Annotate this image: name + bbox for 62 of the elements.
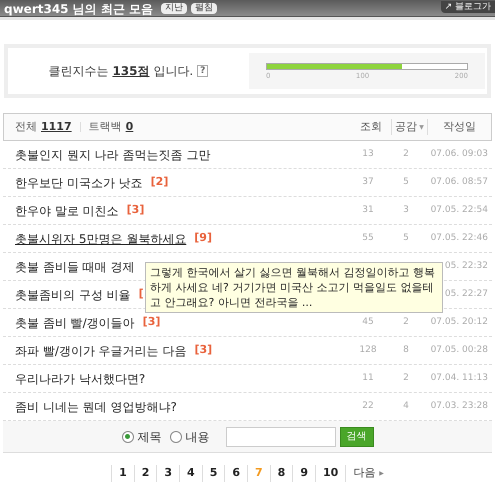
page-link[interactable]: 3 [156,465,180,482]
total-count[interactable]: 1117 [41,118,72,136]
help-icon[interactable]: ? [197,65,208,77]
post-title-link[interactable]: 좀비 니네는 뭔데 영업방해냐? [15,398,177,416]
radio-label[interactable]: 내용 [186,428,210,446]
search-input[interactable] [226,426,336,446]
page-link[interactable]: 10 [314,465,346,482]
radio-button[interactable] [170,430,182,442]
post-date: 07.06. 09:03 [430,148,489,161]
post-date: 07.03. 23:28 [430,400,489,413]
header-title: qwert345 님의 최근 모음 [4,2,154,16]
like-count: 2 [402,148,410,161]
trackback-label: 트랙백 [88,118,122,135]
page-link[interactable]: 5 [202,465,224,482]
post-date: 05. 22:27 [444,288,489,301]
page-link[interactable]: 9 [292,465,315,482]
post-title-link[interactable]: 우리나라가 낙서했다면? [15,370,146,388]
like-count: 3 [402,204,410,217]
post-title-link[interactable]: 촛불좀비의 구성 비율 [15,286,131,304]
page-link[interactable]: 2 [134,465,156,482]
post-date: 07.05. 22:54 [430,204,489,217]
view-count: 45 [361,316,375,329]
radio-label[interactable]: 제목 [138,428,162,446]
post-date: 07.05. 20:12 [430,316,489,329]
post-date: 07.06. 08:57 [430,176,489,189]
like-count: 2 [402,372,410,385]
total-label: 전체 [15,118,37,135]
post-date: 07.04. 11:13 [430,372,489,385]
post-title-link[interactable]: 한우보단 미국소가 낫죠 [15,174,143,192]
radio-button[interactable] [122,430,134,442]
post-title-link[interactable]: 촛불인지 뭔지 나라 좀먹는짓좀 그만 [15,146,210,164]
like-count: 2 [402,316,410,329]
page-link[interactable]: 4 [179,465,202,482]
like-count: 5 [402,232,410,245]
view-count: 13 [361,148,375,161]
trackback-count[interactable]: 0 [126,118,134,136]
post-date: 07.05. 22:46 [430,232,489,245]
post-title-link[interactable]: 촛불 좀비 빨/갱이들아 [15,314,135,332]
view-count: 37 [361,176,375,189]
view-count: 11 [361,372,375,385]
like-count: 5 [402,176,410,189]
like-count: 4 [402,400,410,413]
header-badge[interactable]: 펼침 [191,3,218,14]
score-text: 클린지수는 135점 입니다. [48,63,194,80]
view-count: 55 [361,232,375,245]
tooltip: 그렇게 한국에서 살기 싫으면 월북해서 김정일이하고 행복하게 사세요 네? 거기가면 미국산 소고기 먹을일도 없을테고 안그래요? 아니면 전라국을 ... [145,262,443,313]
view-count: 128 [358,344,378,357]
page-link[interactable]: 6 [224,465,248,482]
column-header[interactable]: 작성일 [427,118,491,136]
post-title-link[interactable]: 촛불 좀비들 때매 경제 [15,258,134,276]
view-count: 31 [361,204,375,217]
page-link[interactable]: 1 [111,465,134,482]
post-title-link[interactable]: 좌파 빨/갱이가 우글거리는 다음 [15,342,186,360]
blog-link[interactable]: ↗ 블로그가 [440,1,495,13]
header-badge[interactable]: 지난 [161,3,188,14]
view-count: 22 [361,400,375,413]
post-title-link[interactable]: 한우야 말로 미친소 [15,202,119,220]
post-date: 07.05. 00:28 [430,344,489,357]
column-header: 조회 [359,118,383,135]
like-count: 8 [402,344,410,357]
page-link[interactable]: 8 [270,465,292,482]
post-title-link[interactable]: 촛불시위자 5만명은 월북하세요 [15,230,186,248]
